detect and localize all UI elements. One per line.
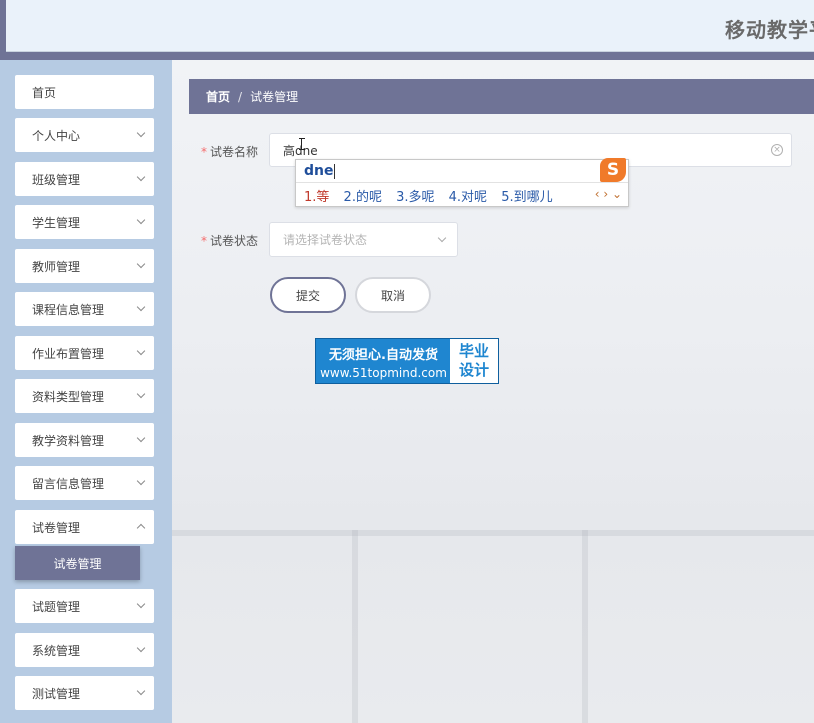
sidebar-item-label: 测试管理 <box>32 686 81 701</box>
sidebar-item-label: 留言信息管理 <box>32 476 105 491</box>
breadcrumb-home[interactable]: 首页 <box>206 88 230 105</box>
watermark-badge-line2: 设计 <box>458 361 489 379</box>
chevron-down-icon <box>136 302 146 312</box>
sidebar-item-question-management[interactable]: 试题管理 <box>15 589 154 623</box>
required-mark: * <box>201 145 207 159</box>
ime-candidate[interactable]: 3.多呢 <box>396 190 434 205</box>
watermark-banner: 无须担心.自动发货 www.51topmind.com 毕业 设计 <box>315 338 499 384</box>
watermark-badge-line1: 毕业 <box>458 342 489 360</box>
watermark-line2: www.51topmind.com <box>320 366 447 380</box>
chevron-up-icon <box>136 523 146 533</box>
header-bar: 移动教学平 <box>6 0 814 52</box>
chevron-down-icon <box>136 476 146 486</box>
background-decoration <box>172 530 814 536</box>
app-title: 移动教学平 <box>725 18 814 42</box>
ime-divider <box>296 182 628 183</box>
sidebar-item-material-type-management[interactable]: 资料类型管理 <box>15 379 154 413</box>
breadcrumb: 首页 / 试卷管理 <box>189 79 814 114</box>
sidebar: 首页 个人中心 班级管理 学生管理 教师管理 课程信息管理 作业布置管理 资料类… <box>0 60 172 723</box>
sidebar-item-label: 系统管理 <box>32 643 81 658</box>
ime-candidate-window: dne S 1.等 2.的呢 3.多呢 4.对呢 5.到哪儿 ‹ › ⌄ <box>295 158 629 207</box>
sidebar-item-home[interactable]: 首页 <box>15 75 154 109</box>
background-decoration <box>352 530 358 723</box>
ime-candidate[interactable]: 2.的呢 <box>344 190 382 205</box>
chevron-down-icon <box>136 172 146 182</box>
ime-candidate-list: 1.等 2.的呢 3.多呢 4.对呢 5.到哪儿 <box>304 186 563 205</box>
sidebar-item-label: 试题管理 <box>32 599 81 614</box>
sidebar-item-label: 教学资料管理 <box>32 433 105 448</box>
ime-page-nav-icon[interactable]: ‹ › ⌄ <box>595 187 622 201</box>
sidebar-item-teaching-material-management[interactable]: 教学资料管理 <box>15 423 154 457</box>
sidebar-item-exam-paper-management[interactable]: 试卷管理 <box>15 510 154 544</box>
chevron-down-icon <box>136 643 146 653</box>
ime-composition: dne <box>304 163 336 179</box>
sidebar-item-label: 作业布置管理 <box>32 346 105 361</box>
breadcrumb-separator: / <box>238 89 243 104</box>
ime-candidate[interactable]: 5.到哪儿 <box>501 190 552 205</box>
chevron-down-icon <box>136 259 146 269</box>
sidebar-item-label: 个人中心 <box>32 128 81 143</box>
background-decoration <box>582 530 588 723</box>
sidebar-item-homework-management[interactable]: 作业布置管理 <box>15 336 154 370</box>
chevron-down-icon <box>437 233 447 243</box>
submit-button[interactable]: 提交 <box>270 277 346 313</box>
ime-candidate[interactable]: 4.对呢 <box>449 190 487 205</box>
watermark-text: 无须担心.自动发货 www.51topmind.com <box>316 339 451 383</box>
chevron-down-icon <box>136 346 146 356</box>
cancel-button[interactable]: 取消 <box>355 277 431 313</box>
sidebar-item-test-management[interactable]: 测试管理 <box>15 676 154 710</box>
app-header: 移动教学平 <box>0 0 814 60</box>
sidebar-item-label: 教师管理 <box>32 259 81 274</box>
paper-status-select[interactable]: 请选择试卷状态 <box>269 222 458 257</box>
chevron-down-icon <box>136 389 146 399</box>
chevron-down-icon <box>136 128 146 138</box>
sidebar-item-personal-center[interactable]: 个人中心 <box>15 118 154 152</box>
sidebar-item-student-management[interactable]: 学生管理 <box>15 205 154 239</box>
sidebar-item-course-management[interactable]: 课程信息管理 <box>15 292 154 326</box>
clear-icon[interactable]: × <box>771 144 783 156</box>
sidebar-item-label: 首页 <box>32 85 57 100</box>
ime-candidate[interactable]: 1.等 <box>304 190 329 205</box>
paper-status-label: * 试卷状态 <box>201 234 259 248</box>
sidebar-subitem-exam-paper[interactable]: 试卷管理 <box>15 546 140 580</box>
watermark-badge: 毕业 设计 <box>450 339 498 383</box>
sidebar-item-teacher-management[interactable]: 教师管理 <box>15 249 154 283</box>
sidebar-item-label: 资料类型管理 <box>32 389 105 404</box>
chevron-down-icon <box>136 599 146 609</box>
sidebar-item-label: 班级管理 <box>32 172 81 187</box>
breadcrumb-current: 试卷管理 <box>250 90 299 104</box>
sidebar-item-label: 学生管理 <box>32 215 81 230</box>
sidebar-item-label: 试卷管理 <box>32 520 81 535</box>
sidebar-item-class-management[interactable]: 班级管理 <box>15 162 154 196</box>
chevron-down-icon <box>136 686 146 696</box>
sidebar-item-system-management[interactable]: 系统管理 <box>15 633 154 667</box>
paper-name-label: * 试卷名称 <box>201 145 259 159</box>
paper-status-placeholder: 请选择试卷状态 <box>283 233 368 247</box>
sidebar-item-message-management[interactable]: 留言信息管理 <box>15 466 154 500</box>
sidebar-item-label: 课程信息管理 <box>32 302 105 317</box>
sogou-logo-icon[interactable]: S <box>600 158 626 182</box>
chevron-down-icon <box>136 215 146 225</box>
text-cursor-icon <box>299 138 305 150</box>
required-mark: * <box>201 234 207 248</box>
chevron-down-icon <box>136 433 146 443</box>
watermark-line1: 无须担心.自动发货 <box>329 348 438 363</box>
